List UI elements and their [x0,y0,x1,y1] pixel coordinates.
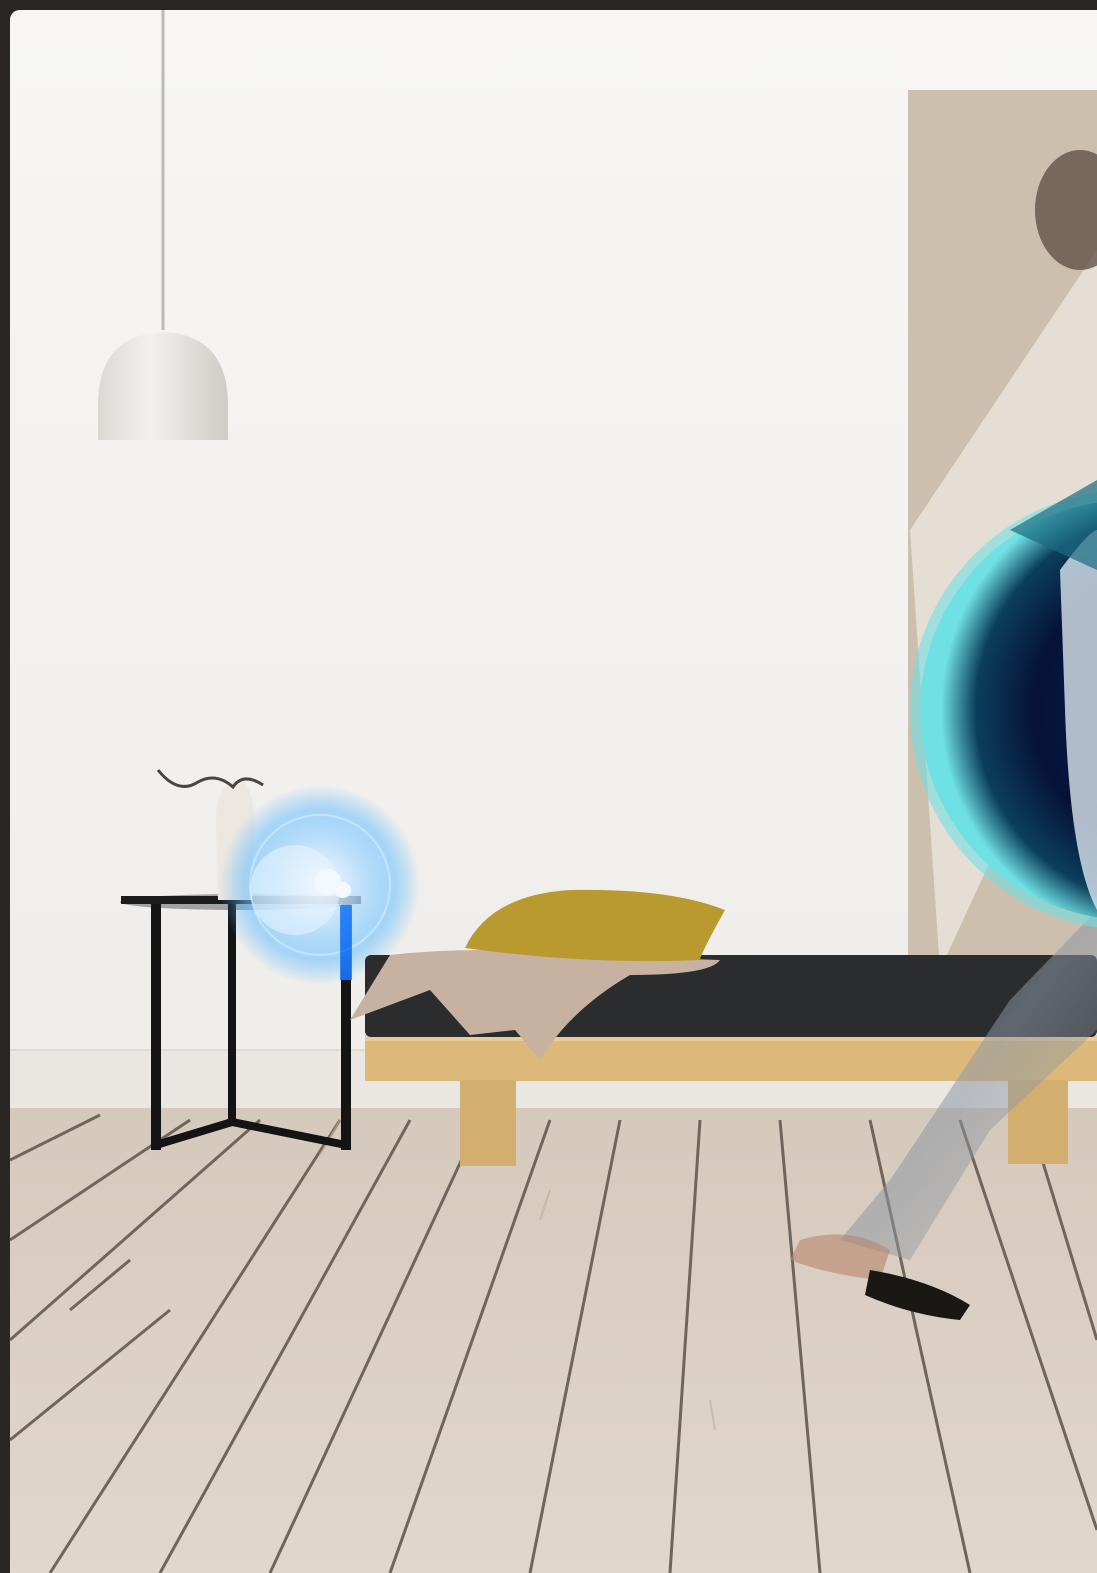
photo-frame [10,10,1097,1573]
room-scene [10,10,1097,1573]
